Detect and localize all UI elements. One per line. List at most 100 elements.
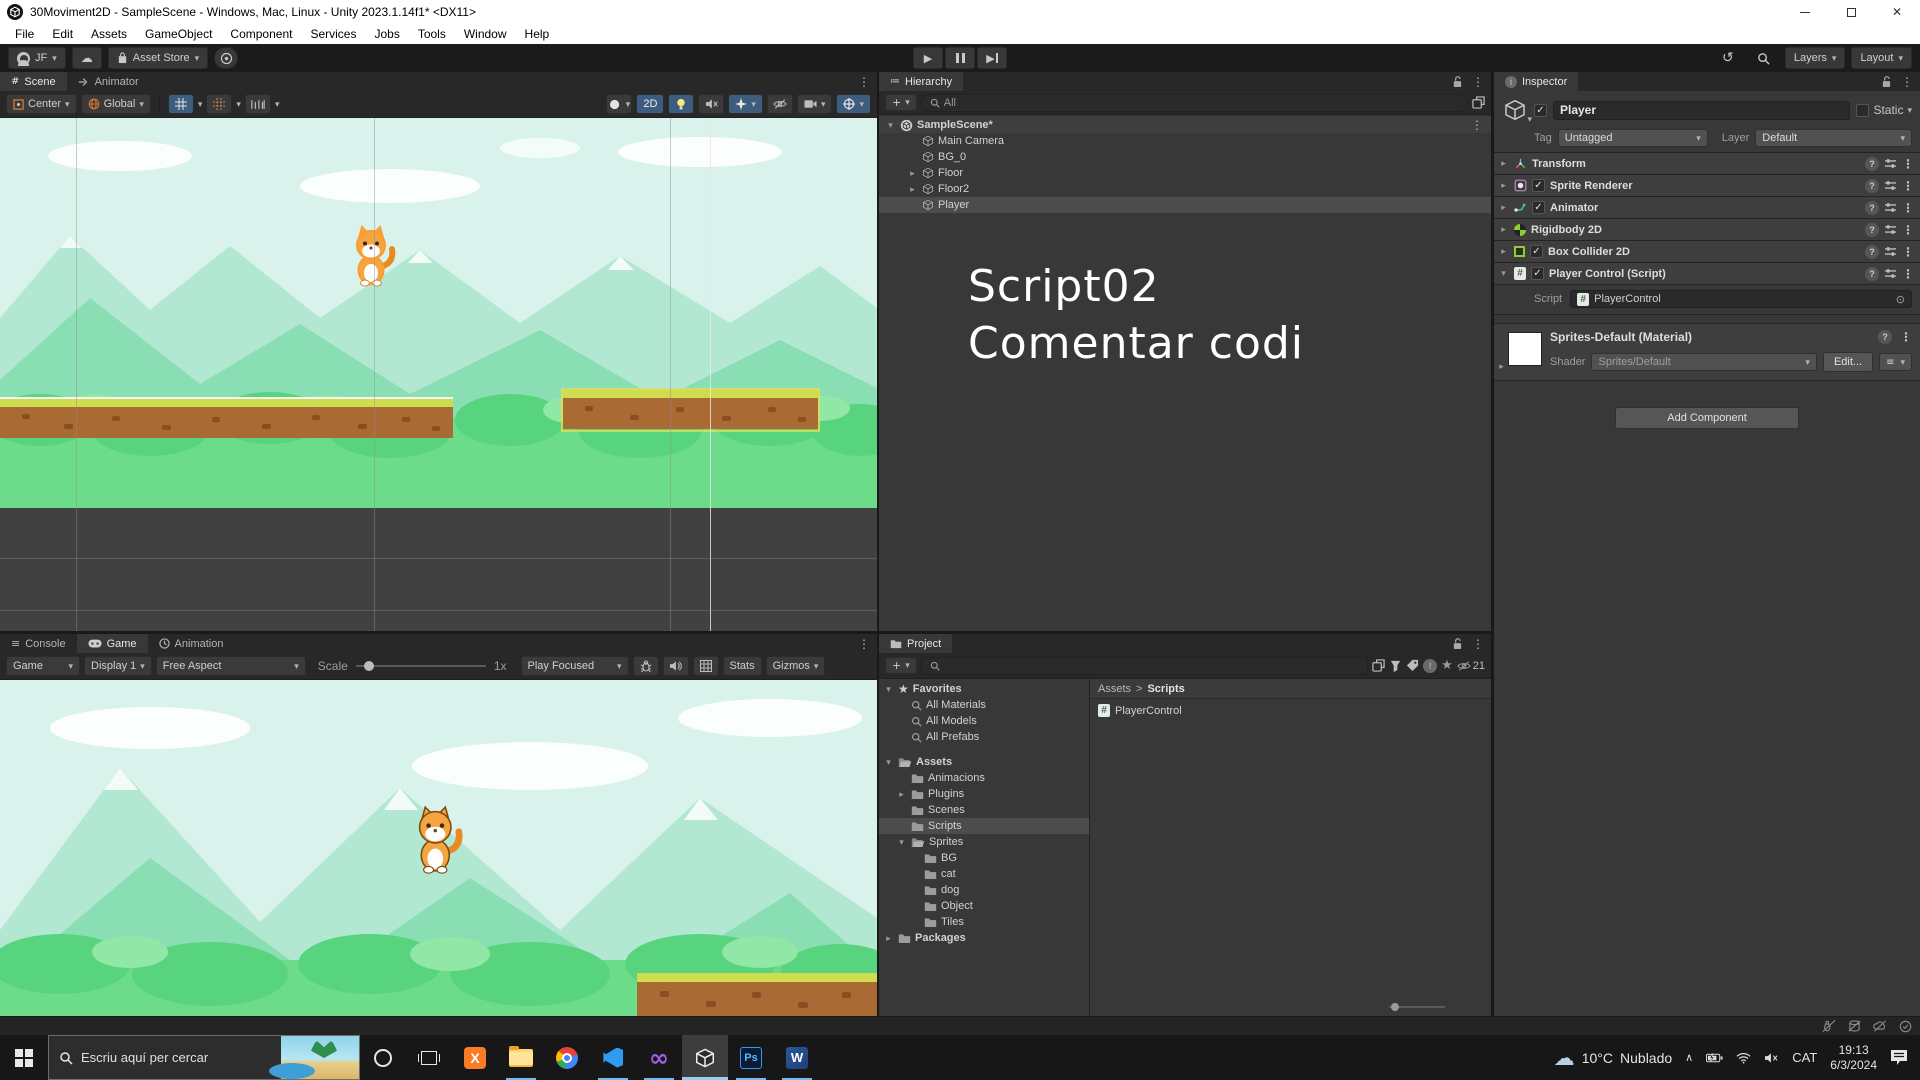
- presets-icon[interactable]: [1884, 268, 1897, 279]
- component-rigidbody-2d[interactable]: ▸Rigidbody 2D?⋮: [1494, 219, 1920, 241]
- window-close-button[interactable]: ✕: [1874, 0, 1920, 24]
- panel-menu-icon[interactable]: ⋮: [1901, 75, 1913, 89]
- alerts-icon[interactable]: !: [1423, 659, 1437, 673]
- material-expander[interactable]: ▸: [1496, 361, 1507, 372]
- favorites-star-icon[interactable]: ★: [1441, 658, 1453, 673]
- scene-audio-button[interactable]: [698, 94, 724, 114]
- gizmos-dropdown[interactable]: Gizmos▾: [766, 656, 826, 676]
- camera-settings-dropdown[interactable]: ▾: [797, 94, 833, 114]
- menu-tools[interactable]: Tools: [409, 27, 455, 41]
- cache-server-offline-icon[interactable]: [1848, 1020, 1861, 1032]
- taskbar-search-input[interactable]: Escriu aquí per cercar: [48, 1035, 360, 1080]
- weather-widget[interactable]: ☁ 10°C Nublado: [1554, 1048, 1672, 1068]
- expander-open-icon[interactable]: ▾: [883, 684, 894, 695]
- presets-icon[interactable]: [1884, 246, 1897, 257]
- expander-closed-icon[interactable]: ▸: [1498, 180, 1509, 191]
- menu-component[interactable]: Component: [221, 27, 301, 41]
- search-button[interactable]: [1749, 47, 1779, 69]
- presets-icon[interactable]: [1884, 158, 1897, 169]
- window-maximize-button[interactable]: [1828, 0, 1874, 24]
- game-target-dropdown[interactable]: Game▾: [6, 656, 80, 676]
- material-preview-swatch[interactable]: [1508, 332, 1542, 366]
- layer-dropdown[interactable]: Default▾: [1755, 129, 1912, 147]
- expander-closed-icon[interactable]: ▸: [1498, 202, 1509, 213]
- static-checkbox[interactable]: [1856, 104, 1869, 117]
- expander-closed-icon[interactable]: ▸: [907, 184, 918, 195]
- start-button[interactable]: [0, 1035, 48, 1080]
- hierarchy-item-samplescene[interactable]: ▾SampleScene*⋮: [879, 117, 1491, 133]
- window-minimize-button[interactable]: [1782, 0, 1828, 24]
- project-tree-item-assets[interactable]: ▾Assets: [879, 754, 1089, 770]
- component-menu-icon[interactable]: ⋮: [1902, 157, 1914, 171]
- project-tree-item-sprites[interactable]: ▾Sprites: [879, 834, 1089, 850]
- taskbar-app-taskview[interactable]: [406, 1035, 452, 1080]
- tab-scene[interactable]: # Scene: [0, 72, 67, 91]
- taskbar-app-word[interactable]: W: [774, 1035, 820, 1080]
- volume-muted-icon[interactable]: [1764, 1052, 1779, 1064]
- component-transform[interactable]: ▸Transform?⋮: [1494, 153, 1920, 175]
- menu-assets[interactable]: Assets: [82, 27, 136, 41]
- lock-icon[interactable]: [1452, 76, 1463, 88]
- panel-menu-icon[interactable]: ⋮: [1472, 75, 1484, 89]
- project-tree-item-all-prefabs[interactable]: All Prefabs: [879, 729, 1089, 745]
- snap-increment-button[interactable]: [245, 94, 271, 114]
- component-sprite-renderer[interactable]: ▸✓Sprite Renderer?⋮: [1494, 175, 1920, 197]
- menu-help[interactable]: Help: [516, 27, 559, 41]
- scene-effects-dropdown[interactable]: ▾: [728, 94, 763, 114]
- snap-grid-button[interactable]: [206, 94, 232, 114]
- taskbar-app-explorer[interactable]: [498, 1035, 544, 1080]
- expander-closed-icon[interactable]: ▸: [896, 789, 907, 800]
- component-player-control-script[interactable]: ▾#✓Player Control (Script)?⋮: [1494, 263, 1920, 285]
- help-icon[interactable]: ?: [1865, 267, 1879, 281]
- hierarchy-item-bg-0[interactable]: BG_0: [879, 149, 1491, 165]
- display-dropdown[interactable]: Display 1▾: [84, 656, 152, 676]
- tab-hierarchy[interactable]: ≔ Hierarchy: [879, 72, 963, 91]
- expander-closed-icon[interactable]: ▸: [883, 933, 894, 944]
- tool-handle-pivot-dropdown[interactable]: Center▾: [6, 94, 77, 114]
- expander-open-icon[interactable]: ▾: [896, 837, 907, 848]
- help-icon[interactable]: ?: [1878, 330, 1892, 344]
- taskbar-app-photoshop[interactable]: Ps: [728, 1035, 774, 1080]
- tag-dropdown[interactable]: Untagged▾: [1558, 129, 1708, 147]
- pause-button[interactable]: [945, 47, 975, 69]
- collab-offline-icon[interactable]: [1822, 1020, 1836, 1032]
- shader-edit-button[interactable]: Edit...: [1823, 352, 1873, 372]
- scene-viewport[interactable]: [0, 118, 877, 631]
- hierarchy-item-floor2[interactable]: ▸Floor2: [879, 181, 1491, 197]
- help-icon[interactable]: ?: [1865, 201, 1879, 215]
- expander-open-icon[interactable]: ▾: [885, 120, 896, 131]
- zoom-slider-knob[interactable]: [1391, 1003, 1399, 1011]
- project-tree-item-dog[interactable]: dog: [879, 882, 1089, 898]
- search-by-label-icon[interactable]: [1406, 659, 1419, 672]
- scale-slider-knob[interactable]: [364, 661, 374, 671]
- component-menu-icon[interactable]: ⋮: [1902, 201, 1914, 215]
- hidden-icons-chevron[interactable]: ∧: [1685, 1051, 1693, 1064]
- expander-closed-icon[interactable]: ▸: [907, 168, 918, 179]
- expander-open-icon[interactable]: ▾: [883, 757, 894, 768]
- create-add-button[interactable]: +▾: [885, 94, 917, 111]
- project-tree-item-plugins[interactable]: ▸Plugins: [879, 786, 1089, 802]
- taskbar-app-vscode[interactable]: [590, 1035, 636, 1080]
- scene-visibility-button[interactable]: [767, 94, 793, 114]
- layers-dropdown[interactable]: Layers▾: [1785, 47, 1846, 69]
- scale-slider[interactable]: [356, 665, 486, 667]
- chevron-down-icon[interactable]: ▾: [275, 99, 280, 110]
- tab-game[interactable]: Game: [77, 634, 148, 653]
- tab-project[interactable]: Project: [879, 634, 952, 653]
- hierarchy-item-player[interactable]: Player: [879, 197, 1491, 213]
- language-indicator[interactable]: CAT: [1792, 1050, 1817, 1065]
- play-focus-dropdown[interactable]: Play Focused▾: [521, 656, 629, 676]
- material-menu-icon[interactable]: ⋮: [1900, 330, 1912, 344]
- expander-open-icon[interactable]: ▾: [1498, 268, 1509, 279]
- project-tree-item-all-materials[interactable]: All Materials: [879, 697, 1089, 713]
- presets-icon[interactable]: [1884, 180, 1897, 191]
- project-tree-item-favorites[interactable]: ▾★Favorites: [879, 681, 1089, 697]
- menu-edit[interactable]: Edit: [43, 27, 82, 41]
- active-checkbox[interactable]: ✓: [1534, 104, 1547, 117]
- project-tree-item-cat[interactable]: cat: [879, 866, 1089, 882]
- taskbar-app-xampp[interactable]: X: [452, 1035, 498, 1080]
- step-button[interactable]: ▶: [977, 47, 1007, 69]
- component-menu-icon[interactable]: ⋮: [1902, 245, 1914, 259]
- script-object-field[interactable]: # PlayerControl ⊙: [1570, 290, 1912, 308]
- tab-console[interactable]: ≡ Console: [0, 634, 77, 653]
